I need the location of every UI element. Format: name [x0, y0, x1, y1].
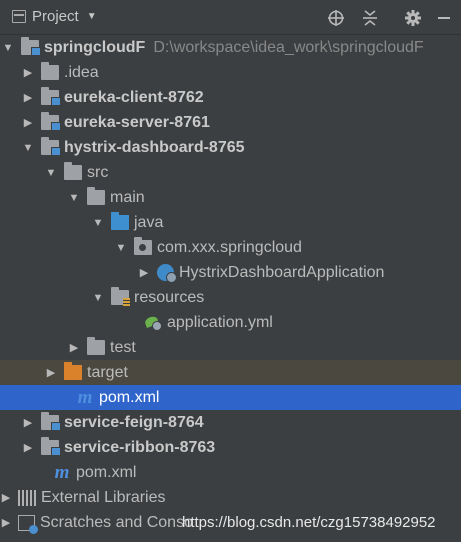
yaml-file-icon [144, 315, 162, 331]
tree-node-path: D:\workspace\idea_work\springcloudF [153, 38, 424, 56]
tree-node-idea[interactable]: ▶ .idea [0, 60, 461, 85]
chevron-right-icon[interactable]: ▶ [138, 266, 150, 279]
module-folder-icon [41, 412, 61, 431]
crosshair-icon[interactable] [326, 8, 346, 28]
tree-node-label: test [110, 338, 136, 356]
folder-icon [41, 62, 59, 80]
tree-node-src[interactable]: ▼ src [0, 160, 461, 185]
package-icon [134, 237, 152, 255]
project-view-selector[interactable]: Project ▼ [12, 8, 97, 25]
spring-boot-class-icon [157, 264, 177, 283]
folder-icon [64, 162, 82, 180]
chevron-down-icon[interactable]: ▼ [45, 167, 57, 179]
tree-node-label: eureka-client-8762 [64, 88, 204, 106]
chevron-down-icon[interactable]: ▼ [115, 242, 127, 254]
module-folder-icon [21, 37, 41, 56]
tree-node-target[interactable]: ▶ target [0, 360, 461, 385]
folder-icon [87, 187, 105, 205]
tree-node-eureka-client[interactable]: ▶ eureka-client-8762 [0, 85, 461, 110]
chevron-right-icon[interactable]: ▶ [45, 366, 57, 379]
tree-node-label: Scratches and Conso [40, 513, 193, 531]
chevron-right-icon[interactable]: ▶ [22, 116, 34, 129]
tree-node-external-libraries[interactable]: ▶ External Libraries [0, 485, 461, 510]
source-folder-icon [111, 212, 129, 230]
chevron-right-icon[interactable]: ▶ [0, 491, 12, 504]
chevron-right-icon[interactable]: ▶ [22, 66, 34, 79]
chevron-down-icon[interactable]: ▼ [92, 292, 104, 304]
tree-node-service-feign[interactable]: ▶ service-feign-8764 [0, 410, 461, 435]
minimize-icon[interactable] [434, 8, 454, 28]
tree-node-hystrix-dashboard[interactable]: ▼ hystrix-dashboard-8765 [0, 135, 461, 160]
tree-node-label: java [134, 213, 164, 231]
excluded-folder-icon [64, 362, 82, 380]
tree-node-label: .idea [64, 63, 99, 81]
tree-node-label: service-ribbon-8763 [64, 438, 216, 456]
scratches-icon [18, 514, 38, 534]
tree-node-root-pom-xml[interactable]: m pom.xml [0, 460, 461, 485]
module-folder-icon [41, 437, 61, 456]
tree-node-label: External Libraries [41, 488, 166, 506]
chevron-down-icon[interactable]: ▼ [2, 42, 14, 54]
tree-node-label: pom.xml [76, 463, 137, 481]
chevron-down-icon[interactable]: ▼ [68, 192, 80, 204]
chevron-down-icon[interactable]: ▼ [22, 142, 34, 154]
chevron-right-icon[interactable]: ▶ [22, 441, 34, 454]
tree-node-label: main [110, 188, 145, 206]
tree-node-application-yml[interactable]: application.yml [0, 310, 461, 335]
project-icon [12, 10, 26, 23]
tree-node-label: resources [134, 288, 205, 306]
folder-icon [87, 337, 105, 355]
chevron-right-icon[interactable]: ▶ [68, 341, 80, 354]
resources-folder-icon [111, 287, 130, 306]
maven-file-icon: m [54, 461, 70, 483]
tree-node-label: eureka-server-8761 [64, 113, 210, 131]
tree-node-resources[interactable]: ▼ resources [0, 285, 461, 310]
tree-node-label: service-feign-8764 [64, 413, 204, 431]
maven-file-icon: m [77, 386, 93, 408]
tree-node-label: pom.xml [99, 388, 160, 406]
tree-node-service-ribbon[interactable]: ▶ service-ribbon-8763 [0, 435, 461, 460]
tree-node-label: application.yml [167, 313, 273, 331]
project-tree: ▼ springcloudF D:\workspace\idea_work\sp… [0, 35, 461, 542]
collapse-icon[interactable] [360, 8, 380, 28]
project-toolbar: Project ▼ [0, 0, 461, 35]
chevron-right-icon[interactable]: ▶ [22, 91, 34, 104]
tree-node-eureka-server[interactable]: ▶ eureka-server-8761 [0, 110, 461, 135]
tree-node-pom-xml-selected[interactable]: m pom.xml [0, 385, 461, 410]
tree-node-label: src [87, 163, 109, 181]
tree-node-java[interactable]: ▼ java [0, 210, 461, 235]
chevron-down-icon[interactable]: ▼ [92, 217, 104, 229]
tree-node-springcloudF[interactable]: ▼ springcloudF D:\workspace\idea_work\sp… [0, 35, 461, 60]
tree-node-label: com.xxx.springcloud [157, 238, 302, 256]
tree-node-label: target [87, 363, 128, 381]
module-folder-icon [41, 87, 61, 106]
tree-node-test[interactable]: ▶ test [0, 335, 461, 360]
project-title: Project [32, 8, 79, 25]
tree-node-label: springcloudF [44, 38, 146, 56]
tree-node-main[interactable]: ▼ main [0, 185, 461, 210]
tree-node-package[interactable]: ▼ com.xxx.springcloud [0, 235, 461, 260]
tree-node-label: hystrix-dashboard-8765 [64, 138, 245, 156]
gear-icon[interactable] [403, 8, 423, 28]
module-folder-icon [41, 112, 61, 131]
chevron-right-icon[interactable]: ▶ [22, 416, 34, 429]
chevron-down-icon: ▼ [86, 11, 97, 22]
module-folder-icon [41, 137, 61, 156]
tree-node-hystrix-app-class[interactable]: ▶ HystrixDashboardApplication [0, 260, 461, 285]
watermark-url: https://blog.csdn.net/czg15738492952 [182, 514, 436, 531]
chevron-right-icon[interactable]: ▶ [0, 516, 12, 529]
libraries-icon [18, 489, 36, 506]
tree-node-label: HystrixDashboardApplication [179, 263, 385, 281]
